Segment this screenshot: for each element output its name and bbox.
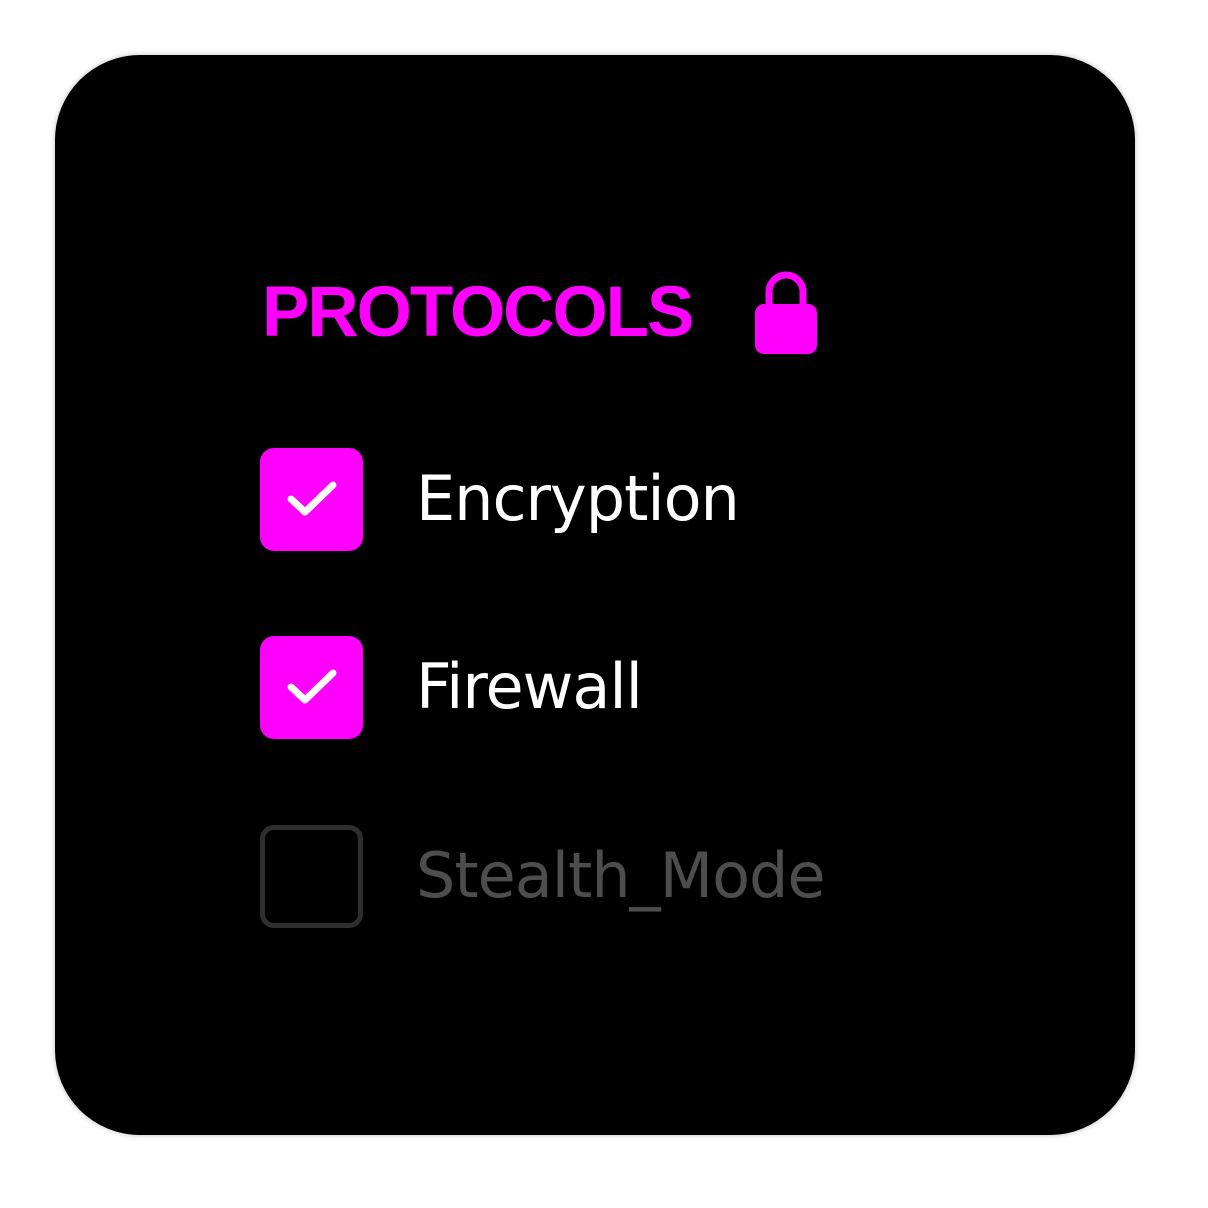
check-icon — [287, 481, 336, 516]
protocols-panel — [55, 55, 1135, 1135]
option-encryption[interactable]: Encryption — [260, 447, 740, 551]
lock-icon — [755, 271, 817, 354]
firewall-checkbox[interactable] — [260, 635, 363, 739]
stealth-mode-checkbox[interactable] — [260, 824, 363, 928]
firewall-label: Firewall — [416, 650, 643, 723]
panel-header: PROTOCOLS — [262, 262, 694, 362]
stealth-mode-label: Stealth_Mode — [416, 839, 826, 912]
check-icon — [287, 669, 336, 704]
encryption-label: Encryption — [416, 462, 740, 535]
option-firewall[interactable]: Firewall — [260, 635, 643, 739]
panel-title: PROTOCOLS — [262, 272, 694, 352]
option-stealth-mode[interactable]: Stealth_Mode — [260, 824, 826, 928]
encryption-checkbox[interactable] — [260, 447, 363, 551]
